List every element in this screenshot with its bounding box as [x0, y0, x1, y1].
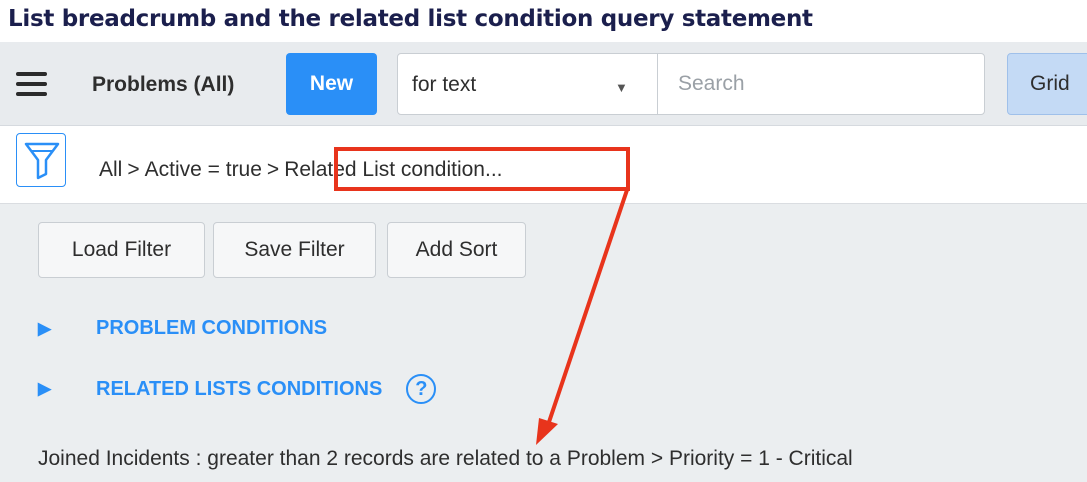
search-field-select-value: for text: [412, 73, 477, 96]
list-header: Problems (All) New for text ▼ Grid: [0, 42, 1087, 126]
section-related-lists-conditions[interactable]: ▶ RELATED LISTS CONDITIONS ?: [38, 374, 437, 404]
triangle-right-icon: ▶: [38, 379, 52, 398]
hamburger-menu-icon[interactable]: [16, 72, 47, 96]
related-list-condition-statement: Joined Incidents : greater than 2 record…: [38, 447, 853, 470]
list-title: Problems (All): [92, 73, 235, 96]
new-button[interactable]: New: [286, 53, 377, 115]
breadcrumb-separator: >: [266, 158, 280, 181]
breadcrumb-separator: >: [127, 158, 140, 181]
search-input[interactable]: [657, 53, 985, 115]
funnel-filter-icon[interactable]: [16, 133, 66, 187]
search-field-select[interactable]: for text ▼: [397, 53, 658, 115]
grid-view-button[interactable]: Grid: [1007, 53, 1087, 115]
figure-caption: List breadcrumb and the related list con…: [8, 6, 813, 32]
section-problem-conditions[interactable]: ▶ PROBLEM CONDITIONS: [38, 317, 327, 340]
triangle-right-icon: ▶: [38, 318, 52, 338]
section-label: RELATED LISTS CONDITIONS: [96, 377, 383, 400]
breadcrumb-highlight-box: [334, 147, 630, 191]
breadcrumb-item-all[interactable]: All: [99, 158, 122, 181]
breadcrumb-row: All > Active = true > Related List condition…: [0, 126, 1087, 204]
load-filter-button[interactable]: Load Filter: [38, 222, 205, 278]
triangle-down-icon: ▼: [615, 80, 628, 95]
filter-panel: Load Filter Save Filter Add Sort ▶ PROBL…: [0, 204, 1087, 482]
servicenow-list-screen: Problems (All) New for text ▼ Grid All>A…: [0, 42, 1087, 482]
add-sort-button[interactable]: Add Sort: [387, 222, 526, 278]
question-circle-icon[interactable]: ?: [406, 374, 437, 404]
save-filter-button[interactable]: Save Filter: [213, 222, 376, 278]
section-label: PROBLEM CONDITIONS: [96, 317, 328, 339]
breadcrumb-item-active[interactable]: Active = true: [145, 158, 262, 181]
